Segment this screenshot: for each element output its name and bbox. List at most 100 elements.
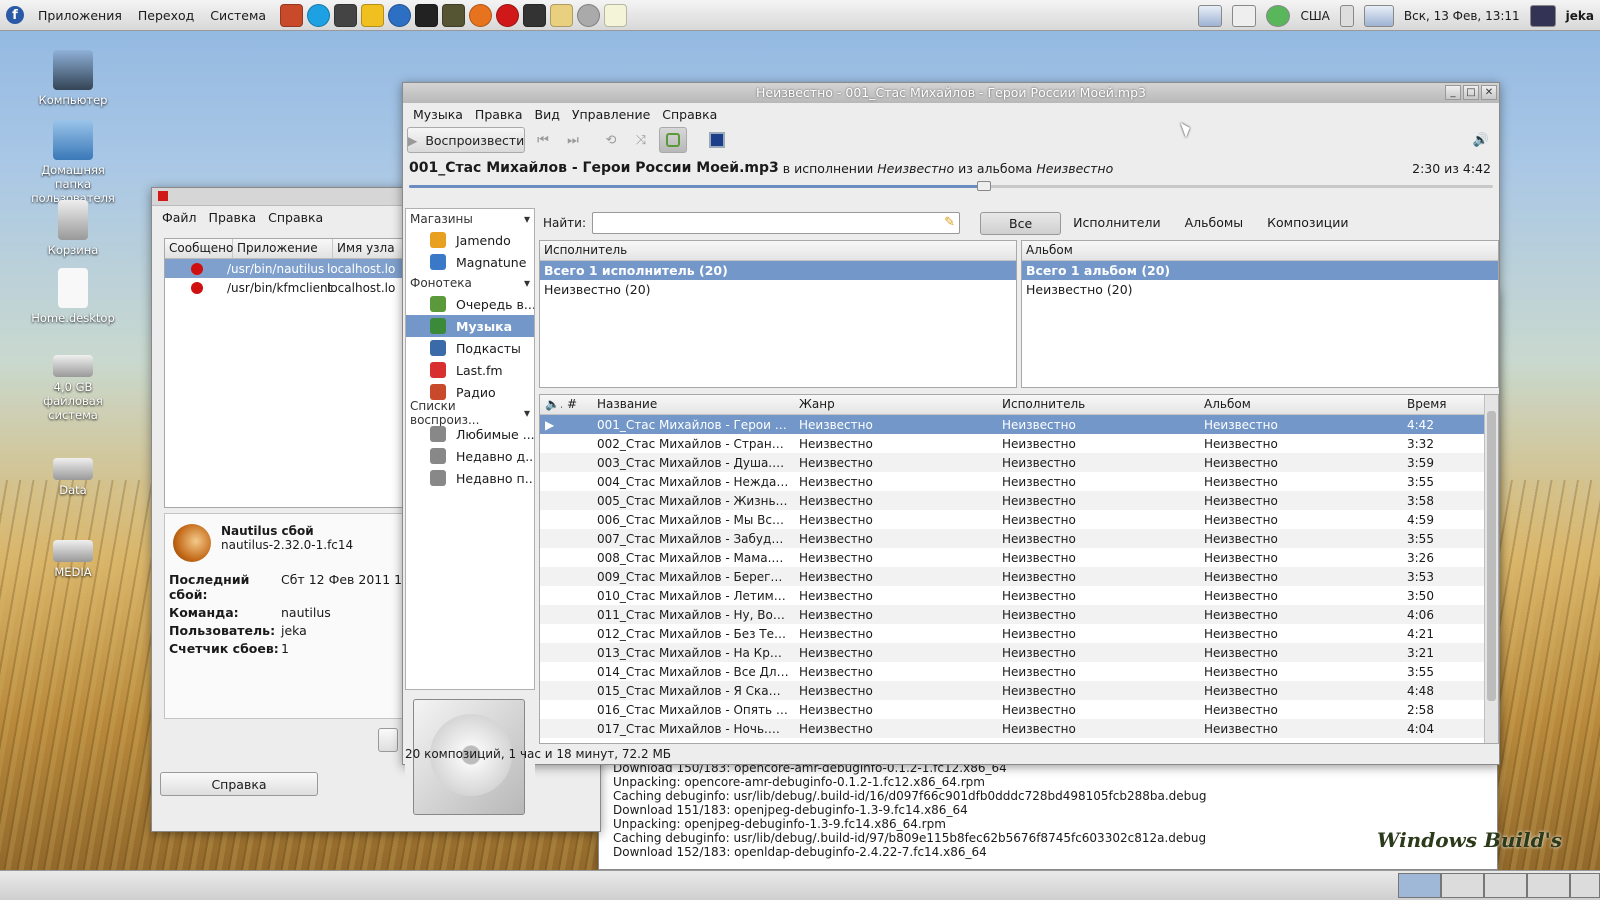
next-icon[interactable]: ⏭ [561, 128, 585, 152]
sidebar-item[interactable]: Недавно п... [406, 467, 534, 489]
monitor-icon[interactable] [1232, 4, 1257, 27]
clapper-icon[interactable] [550, 3, 574, 27]
table-row[interactable]: ▶ 001_Стас Михайлов - Герои Рос... Неизвес… [540, 415, 1498, 434]
skype-icon[interactable] [307, 3, 331, 27]
hidden-button[interactable] [378, 728, 398, 752]
desktop-icon-media[interactable]: MEDIA [28, 540, 118, 579]
camera-icon[interactable] [604, 3, 628, 27]
menu-item[interactable]: Справка [656, 107, 723, 122]
fedora-logo-icon[interactable]: f [6, 6, 24, 24]
minimize-icon[interactable]: _ [1445, 85, 1461, 100]
table-row[interactable]: 016_Стас Михайлов - Опять Од... Неизвестн… [540, 700, 1498, 719]
table-row[interactable]: 009_Стас Михайлов - Берега М... Неизвестн… [540, 567, 1498, 586]
sidebar-group[interactable]: Магазины ▾ [406, 209, 534, 229]
column-header[interactable]: Исполнитель [997, 395, 1199, 414]
list-item[interactable]: Неизвестно (20) [540, 280, 1016, 299]
table-row[interactable]: 017_Стас Михайлов - Ночь.mp3 Неизвестно Не… [540, 719, 1498, 738]
sidebar-item[interactable]: Недавно д... [406, 445, 534, 467]
table-row[interactable]: 012_Стас Михайлов - Без Тебя.... Неизвест… [540, 624, 1498, 643]
column-header[interactable]: Жанр [794, 395, 997, 414]
desktop-icon[interactable] [1198, 4, 1223, 27]
search-input[interactable]: ✎ [592, 212, 961, 234]
film-icon[interactable] [334, 3, 358, 27]
column-header[interactable]: Приложение [233, 239, 333, 258]
seek-bar[interactable] [409, 181, 1493, 191]
top-menu-item[interactable]: Система [202, 8, 274, 23]
column-header[interactable]: Имя узла [333, 239, 413, 258]
album-pane-header[interactable]: Альбом [1022, 241, 1498, 261]
volume-icon[interactable]: 🔊 [1469, 128, 1493, 152]
sidebar-item[interactable]: Подкасты [406, 337, 534, 359]
table-row[interactable]: 005_Стас Михайлов - Жизнь Об... Неизвестн… [540, 491, 1498, 510]
column-header[interactable]: Сообщено [165, 239, 233, 258]
menu-item[interactable]: Правка [203, 210, 263, 225]
filter-button[interactable]: Исполнители [1061, 212, 1172, 235]
table-row[interactable]: 011_Стас Михайлов - Ну, Вот И ... Неизвес… [540, 605, 1498, 624]
table-row[interactable]: 013_Стас Михайлов - На Крыль... Неизвестн… [540, 643, 1498, 662]
menu-item[interactable]: Файл [156, 210, 203, 225]
filter-button[interactable]: Все [980, 211, 1062, 235]
chevron-down-icon[interactable]: ▾ [524, 406, 530, 420]
table-row[interactable]: 010_Стас Михайлов - Летим По ... Неизвест… [540, 586, 1498, 605]
menu-item[interactable]: Управление [566, 107, 656, 122]
chevron-down-icon[interactable]: ▾ [524, 212, 530, 226]
browse-toggle-button[interactable] [659, 127, 687, 153]
firefox-icon[interactable] [469, 3, 493, 27]
table-row[interactable]: 007_Стас Михайлов - Забудь.mp3 Неизвестно… [540, 529, 1498, 548]
repeat-icon[interactable]: ⟲ [599, 128, 623, 152]
workspace-3[interactable] [1484, 873, 1527, 898]
sidebar-item[interactable]: Музыка [406, 315, 534, 337]
trash-applet-icon[interactable] [1570, 873, 1600, 898]
menu-item[interactable]: Вид [529, 107, 566, 122]
terminal-icon[interactable] [415, 3, 439, 27]
track-scrollbar[interactable] [1484, 395, 1498, 743]
desktop-icon-data[interactable]: Data [28, 458, 118, 497]
sidebar-item[interactable]: Magnatune [406, 251, 534, 273]
volume-icon[interactable] [1339, 4, 1354, 27]
filter-button[interactable]: Альбомы [1173, 212, 1256, 235]
sidebar-item[interactable]: Last.fm [406, 359, 534, 381]
sidebar-item[interactable]: Очередь в... [406, 293, 534, 315]
menu-item[interactable]: Правка [469, 107, 529, 122]
table-row[interactable]: 004_Стас Михайлов - Нежданн... Неизвестно… [540, 472, 1498, 491]
list-item[interactable]: Всего 1 исполнитель (20) [540, 261, 1016, 280]
editor-icon[interactable] [361, 3, 385, 27]
user-name[interactable]: jeka [1566, 9, 1594, 23]
opera-icon[interactable] [496, 3, 520, 27]
playing-column-icon[interactable]: 🔈 [540, 395, 562, 414]
table-row[interactable]: 008_Стас Михайлов - Мама.mp3 Неизвестно Не… [540, 548, 1498, 567]
video-icon[interactable] [442, 3, 466, 27]
seek-handle[interactable] [976, 181, 991, 191]
workspace-1[interactable] [1398, 873, 1441, 898]
previous-icon[interactable]: ⏮ [531, 128, 555, 152]
column-header[interactable]: Название [592, 395, 794, 414]
desktop-icon-computer[interactable]: Компьютер [28, 50, 118, 107]
desktop-icon-trash[interactable]: Корзина [28, 200, 118, 257]
menu-item[interactable]: Музыка [407, 107, 469, 122]
menu-item[interactable]: Справка [262, 210, 329, 225]
help-button[interactable]: Справка [160, 772, 318, 796]
media-player-icon[interactable] [523, 3, 547, 27]
shuffle-icon[interactable]: ⤨ [629, 128, 653, 152]
chevron-down-icon[interactable]: ▾ [524, 276, 530, 290]
list-item[interactable]: Всего 1 альбом (20) [1022, 261, 1498, 280]
desktop-icon-volume[interactable]: 4,0 GB файловая система [28, 355, 118, 422]
clock[interactable]: Вск, 13 Фев, 13:11 [1404, 9, 1520, 23]
sidebar-group[interactable]: Списки воспроиз... ▾ [406, 399, 534, 427]
workspace-4[interactable] [1527, 873, 1570, 898]
table-row[interactable]: 006_Стас Михайлов - Мы Все.mp3 Неизвестно… [540, 510, 1498, 529]
workspace-2[interactable] [1441, 873, 1484, 898]
gear-icon[interactable] [577, 3, 601, 27]
update-icon[interactable] [1266, 4, 1291, 27]
browser-icon[interactable] [388, 3, 412, 27]
table-row[interactable]: 002_Стас Михайлов - Странник... Неизвестн… [540, 434, 1498, 453]
list-item[interactable]: Неизвестно (20) [1022, 280, 1498, 299]
maximize-icon[interactable]: □ [1463, 85, 1479, 100]
network-icon[interactable] [1363, 4, 1394, 27]
sidebar-item[interactable]: Jamendo [406, 229, 534, 251]
visualization-button[interactable] [705, 128, 729, 152]
top-menu-item[interactable]: Приложения [30, 8, 130, 23]
table-row[interactable]: 015_Стас Михайлов - Я Скажу С... Неизвест… [540, 681, 1498, 700]
column-header[interactable]: Альбом [1199, 395, 1402, 414]
desktop-icon-home-desktop[interactable]: Home.desktop [28, 268, 118, 325]
